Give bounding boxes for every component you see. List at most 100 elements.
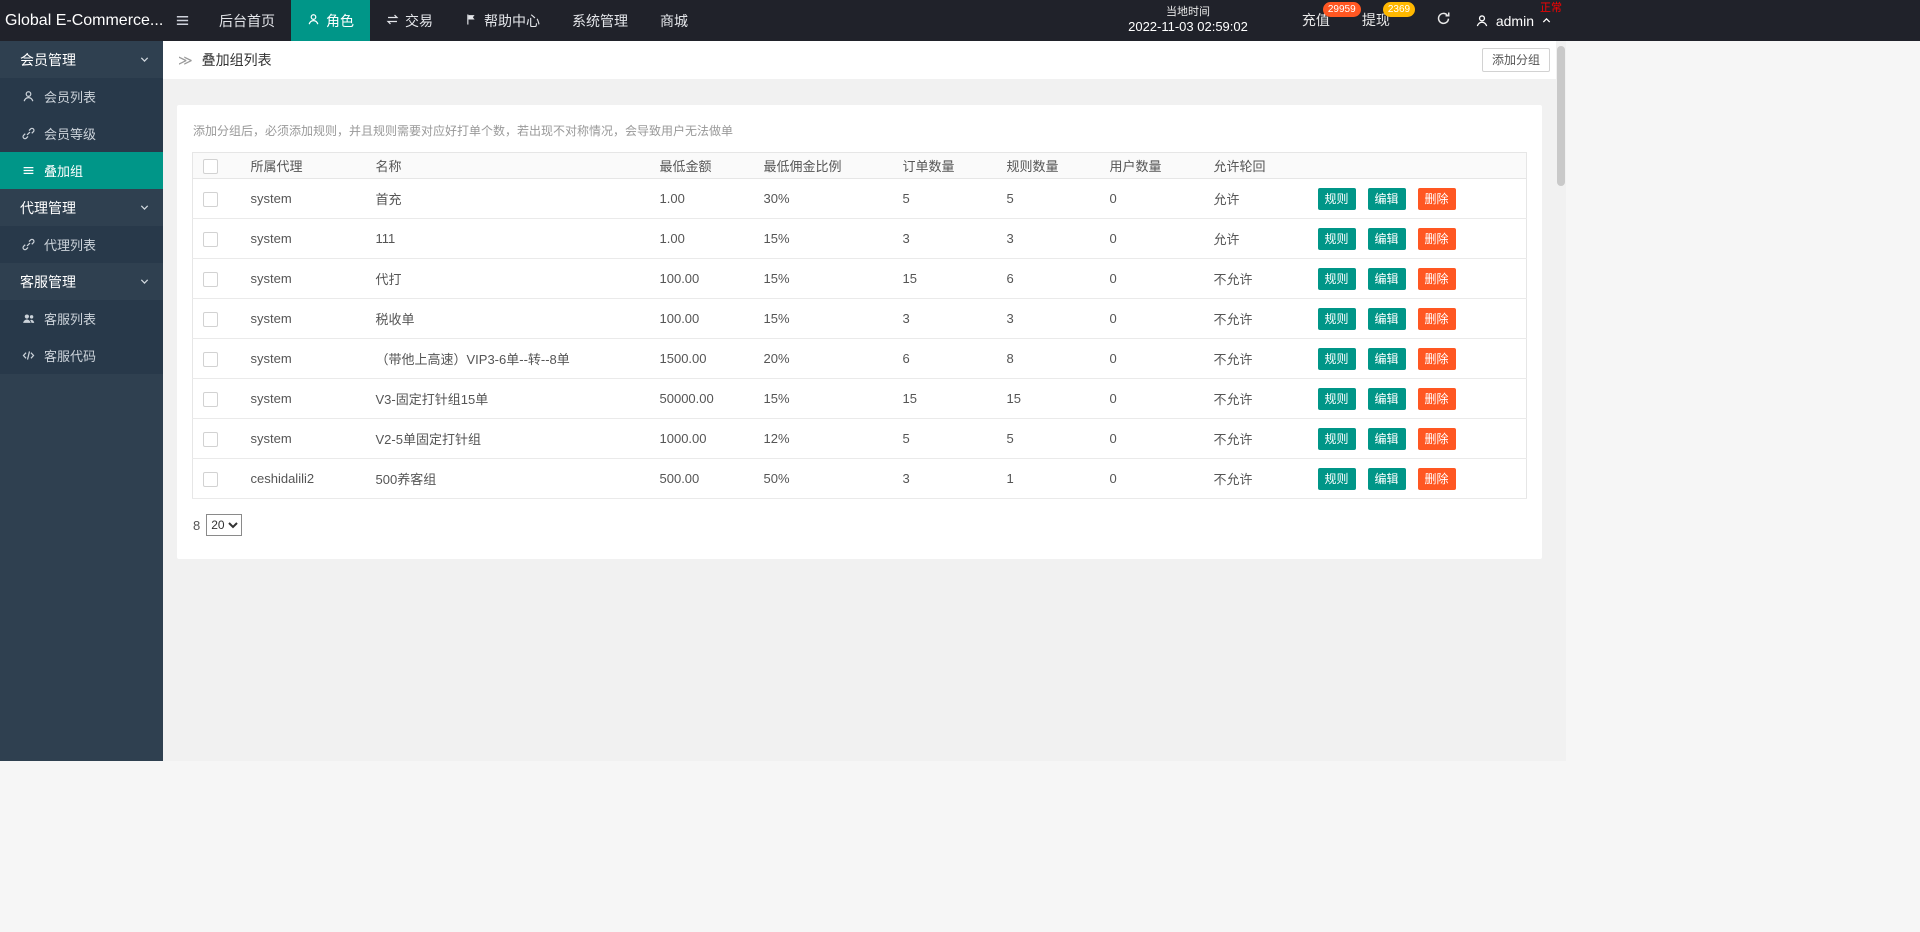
edit-button[interactable]: 编辑 [1367,427,1406,450]
row-checkbox[interactable] [203,231,218,247]
edit-button[interactable]: 编辑 [1367,347,1406,370]
rule-button[interactable]: 规则 [1317,187,1356,210]
rule-button[interactable]: 规则 [1317,467,1356,490]
cell-min-amount: 1000.00 [649,418,754,459]
rule-button[interactable]: 规则 [1317,387,1356,410]
sidebar-group-support-management[interactable]: 客服管理 [0,263,163,300]
record-count: 8 [193,517,201,533]
top-navbar: Global E-Commerce... 后台首页 角色 交易 帮助中心 系统管… [0,0,1920,41]
edit-button[interactable]: 编辑 [1367,187,1406,210]
nav-tab-dashboard[interactable]: 后台首页 [203,0,291,41]
rule-button[interactable]: 规则 [1317,227,1356,250]
chevron-down-icon [140,205,149,210]
nav-tab-trade[interactable]: 交易 [370,0,449,41]
table-header-row: 所属代理 名称 最低金额 最低佣金比例 订单数量 规则数量 用户数量 允许轮回 [192,152,1527,179]
scrollbar-thumb[interactable] [1557,46,1565,186]
rule-button[interactable]: 规则 [1317,427,1356,450]
sidebar-item-member-list[interactable]: 会员列表 [0,78,163,115]
link-icon [22,127,35,140]
flag-icon [465,13,478,29]
cell-name: 首充 [365,178,650,219]
edit-button[interactable]: 编辑 [1367,467,1406,490]
sidebar-item-label: 会员等级 [44,127,97,142]
select-all-checkbox[interactable] [203,158,218,174]
delete-button[interactable]: 删除 [1417,347,1456,370]
row-checkbox[interactable] [203,431,218,447]
col-header-agent: 所属代理 [240,152,366,179]
table-row: system 111 1.00 15% 3 3 0 允许 规则 编辑 删除 [192,218,1527,259]
row-checkbox[interactable] [203,471,218,487]
sidebar-item-support-code[interactable]: 客服代码 [0,337,163,374]
nav-tab-roles[interactable]: 角色 [291,0,370,41]
sidebar-group-agent-management[interactable]: 代理管理 [0,189,163,226]
page-size-select[interactable]: 20 [206,514,243,536]
nav-tab-help-center[interactable]: 帮助中心 [449,0,556,41]
rule-button[interactable]: 规则 [1317,267,1356,290]
cell-loop: 不允许 [1203,258,1308,299]
delete-button[interactable]: 删除 [1417,387,1456,410]
sidebar-item-label: 会员列表 [44,90,97,105]
delete-button[interactable]: 删除 [1417,467,1456,490]
delete-button[interactable]: 删除 [1417,267,1456,290]
edit-button[interactable]: 编辑 [1367,227,1406,250]
delete-button[interactable]: 删除 [1417,227,1456,250]
add-group-button[interactable]: 添加分组 [1481,48,1550,72]
edit-button[interactable]: 编辑 [1367,387,1406,410]
cell-loop: 不允许 [1203,378,1308,419]
withdraw-button[interactable]: 提现 2369 [1346,0,1416,41]
nav-tab-system[interactable]: 系统管理 [556,0,644,41]
list-icon [23,167,34,174]
edit-button[interactable]: 编辑 [1367,267,1406,290]
sidebar-toggle-button[interactable] [163,0,201,41]
cell-orders: 6 [892,338,997,379]
col-header-loop: 允许轮回 [1203,152,1308,179]
sidebar-group-member-management[interactable]: 会员管理 [0,41,163,78]
exchange-icon [386,13,399,29]
row-checkbox[interactable] [203,191,218,207]
sidebar-item-member-level[interactable]: 会员等级 [0,115,163,152]
refresh-button[interactable] [1436,11,1451,31]
sidebar-item-stack-group[interactable]: 叠加组 [0,152,163,189]
col-header-rules: 规则数量 [996,152,1100,179]
group-table-body: system 首充 1.00 30% 5 5 0 允许 规则 编辑 删除 syste… [192,178,1527,499]
edit-button[interactable]: 编辑 [1367,307,1406,330]
rule-button[interactable]: 规则 [1317,347,1356,370]
cell-min-commission: 30% [753,178,893,219]
sidebar: 会员管理 会员列表 会员等级 叠加组 代理管理 代理列表 客服管理 客服列表 客… [0,41,163,761]
app-logo: Global E-Commerce... [5,12,163,29]
cell-min-commission: 12% [753,418,893,459]
delete-button[interactable]: 删除 [1417,187,1456,210]
breadcrumb: ≫ 叠加组列表 添加分组 [163,41,1566,79]
sidebar-item-label: 客服代码 [44,349,97,364]
sidebar-item-label: 代理列表 [44,238,97,253]
row-checkbox[interactable] [203,351,218,367]
table-row: system 税收单 100.00 15% 3 3 0 不允许 规则 编辑 删除 [192,298,1527,339]
hint-text: 添加分组后，必须添加规则，并且规则需要对应好打单个数，若出现不对称情况，会导致用… [193,124,734,138]
delete-button[interactable]: 删除 [1417,427,1456,450]
row-checkbox[interactable] [203,391,218,407]
cell-users: 0 [1099,298,1204,339]
cell-loop: 不允许 [1203,338,1308,379]
sidebar-item-agent-list[interactable]: 代理列表 [0,226,163,263]
recharge-button[interactable]: 充值 29959 [1286,0,1361,41]
table-row: system 首充 1.00 30% 5 5 0 允许 规则 编辑 删除 [192,178,1527,219]
username: admin [1495,12,1534,29]
rule-button[interactable]: 规则 [1317,307,1356,330]
row-checkbox[interactable] [203,271,218,287]
nav-tab-label: 系统管理 [572,12,628,29]
local-time: 当地时间 2022-11-03 02:59:02 [1128,6,1248,35]
group-list-card: 添加分组后，必须添加规则，并且规则需要对应好打单个数，若出现不对称情况，会导致用… [177,105,1542,559]
sidebar-item-support-list[interactable]: 客服列表 [0,300,163,337]
vertical-scrollbar[interactable] [1556,41,1566,761]
delete-button[interactable]: 删除 [1417,307,1456,330]
cell-users: 0 [1099,458,1204,499]
cell-users: 0 [1099,378,1204,419]
row-checkbox[interactable] [203,311,218,327]
main-nav: 后台首页 角色 交易 帮助中心 系统管理 商城 [203,0,704,41]
table-footer: 8 20 [193,514,1527,536]
nav-tab-mall[interactable]: 商城 [644,0,704,41]
cell-min-commission: 15% [753,298,893,339]
cell-rules: 6 [996,258,1100,299]
top-navbar-inner: Global E-Commerce... 后台首页 角色 交易 帮助中心 系统管… [0,0,1566,41]
cell-agent: system [240,338,366,379]
